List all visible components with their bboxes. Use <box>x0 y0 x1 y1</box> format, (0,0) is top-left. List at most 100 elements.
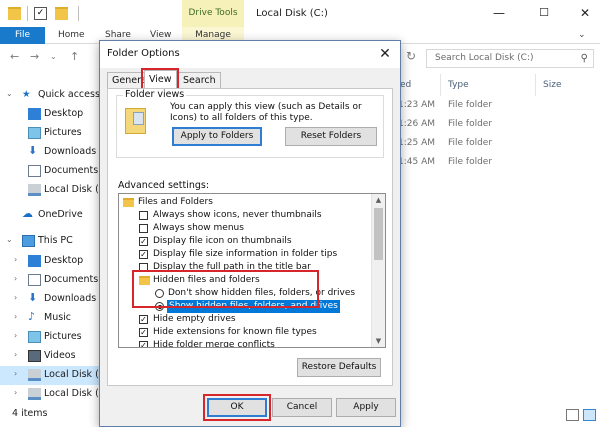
list-item[interactable]: ✓ Display file size information in folde… <box>119 248 371 261</box>
apply-button[interactable]: Apply <box>336 398 396 417</box>
nav-label: Local Disk (C <box>44 184 106 195</box>
list-item[interactable]: ✓ Hide folder merge conflicts <box>119 339 371 348</box>
list-item[interactable]: ✓ Hide extensions for known file types <box>119 326 371 339</box>
nav-onedrive[interactable]: ☁ OneDrive <box>0 206 100 225</box>
expand-icon[interactable]: › <box>14 293 17 302</box>
new-folder-icon[interactable] <box>55 7 68 20</box>
expand-icon[interactable]: › <box>14 388 17 397</box>
column-date-modified[interactable]: ed <box>400 80 411 90</box>
checkbox-checked[interactable]: ✓ <box>139 250 148 259</box>
expand-icon[interactable]: › <box>14 255 17 264</box>
expand-icon[interactable]: ⌄ <box>6 235 13 244</box>
nav-pc-downloads[interactable]: › ⬇ Downloads <box>0 290 100 309</box>
documents-icon <box>28 274 41 286</box>
maximize-icon[interactable]: ☐ <box>535 4 553 22</box>
nav-qa-downloads[interactable]: ⬇ Downloads <box>0 143 100 162</box>
expand-icon[interactable]: › <box>14 331 17 340</box>
table-row[interactable]: 1:45 AM File folder <box>398 153 598 173</box>
nav-qa-documents[interactable]: Documents <box>0 162 100 181</box>
table-row[interactable]: 1:26 AM File folder <box>398 115 598 135</box>
column-divider[interactable] <box>440 74 441 96</box>
folder-view-icon <box>125 108 146 134</box>
close-icon[interactable]: ✕ <box>378 46 392 62</box>
nav-pc-music[interactable]: › ♪ Music <box>0 309 100 328</box>
nav-pc-documents[interactable]: › Documents <box>0 271 100 290</box>
minimize-icon[interactable]: — <box>490 4 508 22</box>
nav-label: This PC <box>38 235 73 246</box>
expand-icon[interactable]: › <box>14 274 17 283</box>
checkbox-checked[interactable]: ✓ <box>139 328 148 337</box>
folder-views-description: You can apply this view (such as Details… <box>170 102 362 123</box>
table-row[interactable]: 1:25 AM File folder <box>398 134 598 154</box>
drive-icon <box>28 184 41 196</box>
tab-file[interactable]: File <box>0 27 45 44</box>
nav-label: Quick access <box>38 89 100 100</box>
forward-arrow-icon[interactable]: → <box>30 50 39 63</box>
expand-icon[interactable]: ⌄ <box>6 89 13 98</box>
view-tab-panel: Folder views You can apply this view (su… <box>107 88 393 386</box>
column-divider[interactable] <box>535 74 536 96</box>
cancel-button[interactable]: Cancel <box>272 398 332 417</box>
recent-dropdown-icon[interactable]: ⌄ <box>50 52 57 61</box>
search-input[interactable]: Search Local Disk (C:) ⚲ <box>426 49 594 68</box>
item-label: Always show icons, never thumbnails <box>153 210 322 220</box>
advanced-list-scrollbar[interactable]: ▲ ▼ <box>371 194 385 347</box>
large-icons-view-icon[interactable] <box>583 409 596 421</box>
nav-qa-pictures[interactable]: Pictures <box>0 124 100 143</box>
properties-icon[interactable]: ✓ <box>34 7 47 20</box>
table-row[interactable]: 1:23 AM File folder <box>398 96 598 116</box>
tab-search[interactable]: Search <box>178 72 221 89</box>
folder-icon <box>123 198 134 207</box>
details-view-icon[interactable] <box>566 409 579 421</box>
checkbox[interactable] <box>139 224 148 233</box>
scroll-up-icon[interactable]: ▲ <box>372 194 385 206</box>
item-label: Hide folder merge conflicts <box>153 340 275 348</box>
nav-label: Local Disk (C <box>44 369 106 380</box>
advanced-settings-label: Advanced settings: <box>118 180 210 191</box>
list-item[interactable]: Always show icons, never thumbnails <box>119 209 371 222</box>
checkbox-checked[interactable]: ✓ <box>139 237 148 246</box>
nav-pc-local-c[interactable]: › Local Disk (C <box>0 366 105 385</box>
search-placeholder: Search Local Disk (C:) <box>435 53 534 63</box>
apply-to-folders-button[interactable]: Apply to Folders <box>172 127 262 146</box>
nav-pc-videos[interactable]: › Videos <box>0 347 100 366</box>
expand-icon[interactable]: › <box>14 350 17 359</box>
up-arrow-icon[interactable]: ↑ <box>70 50 79 63</box>
nav-pc-desktop[interactable]: › Desktop <box>0 252 100 271</box>
item-label: Hide extensions for known file types <box>153 327 317 337</box>
item-label: Display file size information in folder … <box>153 249 338 259</box>
scroll-down-icon[interactable]: ▼ <box>372 335 385 347</box>
reset-folders-button[interactable]: Reset Folders <box>285 127 377 146</box>
restore-defaults-button[interactable]: Restore Defaults <box>297 358 381 377</box>
column-type[interactable]: Type <box>448 80 469 90</box>
nav-label: Downloads <box>44 293 97 304</box>
nav-label: Music <box>44 312 72 323</box>
row-type: File folder <box>448 119 493 129</box>
nav-quick-access[interactable]: ⌄ ★ Quick access <box>0 86 100 105</box>
toolbar-divider <box>27 6 28 21</box>
nav-label: Desktop <box>44 255 84 266</box>
column-size[interactable]: Size <box>543 80 561 90</box>
checkbox-checked[interactable]: ✓ <box>139 341 148 347</box>
back-arrow-icon[interactable]: ← <box>10 50 19 63</box>
nav-pc-pictures[interactable]: › Pictures <box>0 328 100 347</box>
checkbox-checked[interactable]: ✓ <box>139 315 148 324</box>
nav-this-pc[interactable]: ⌄ This PC <box>0 232 100 251</box>
scroll-thumb[interactable] <box>374 208 383 260</box>
ribbon-expand-icon[interactable]: ⌄ <box>578 27 586 44</box>
list-item[interactable]: ✓ Display file icon on thumbnails <box>119 235 371 248</box>
expand-icon[interactable]: › <box>14 369 17 378</box>
tab-home[interactable]: Home <box>58 27 85 44</box>
list-item[interactable]: ✓ Hide empty drives <box>119 313 371 326</box>
nav-qa-desktop[interactable]: Desktop <box>0 105 100 124</box>
close-icon[interactable]: ✕ <box>576 4 594 22</box>
hidden-files-highlight <box>132 270 319 308</box>
expand-icon[interactable]: › <box>14 312 17 321</box>
nav-qa-local-disk[interactable]: Local Disk (C <box>0 181 105 200</box>
drive-tools-label: Drive Tools <box>182 0 244 27</box>
desktop-icon <box>28 255 41 267</box>
list-item[interactable]: Always show menus <box>119 222 371 235</box>
refresh-icon[interactable]: ↻ <box>406 49 416 63</box>
checkbox[interactable] <box>139 211 148 220</box>
window-title: Local Disk (C:) <box>256 8 328 19</box>
